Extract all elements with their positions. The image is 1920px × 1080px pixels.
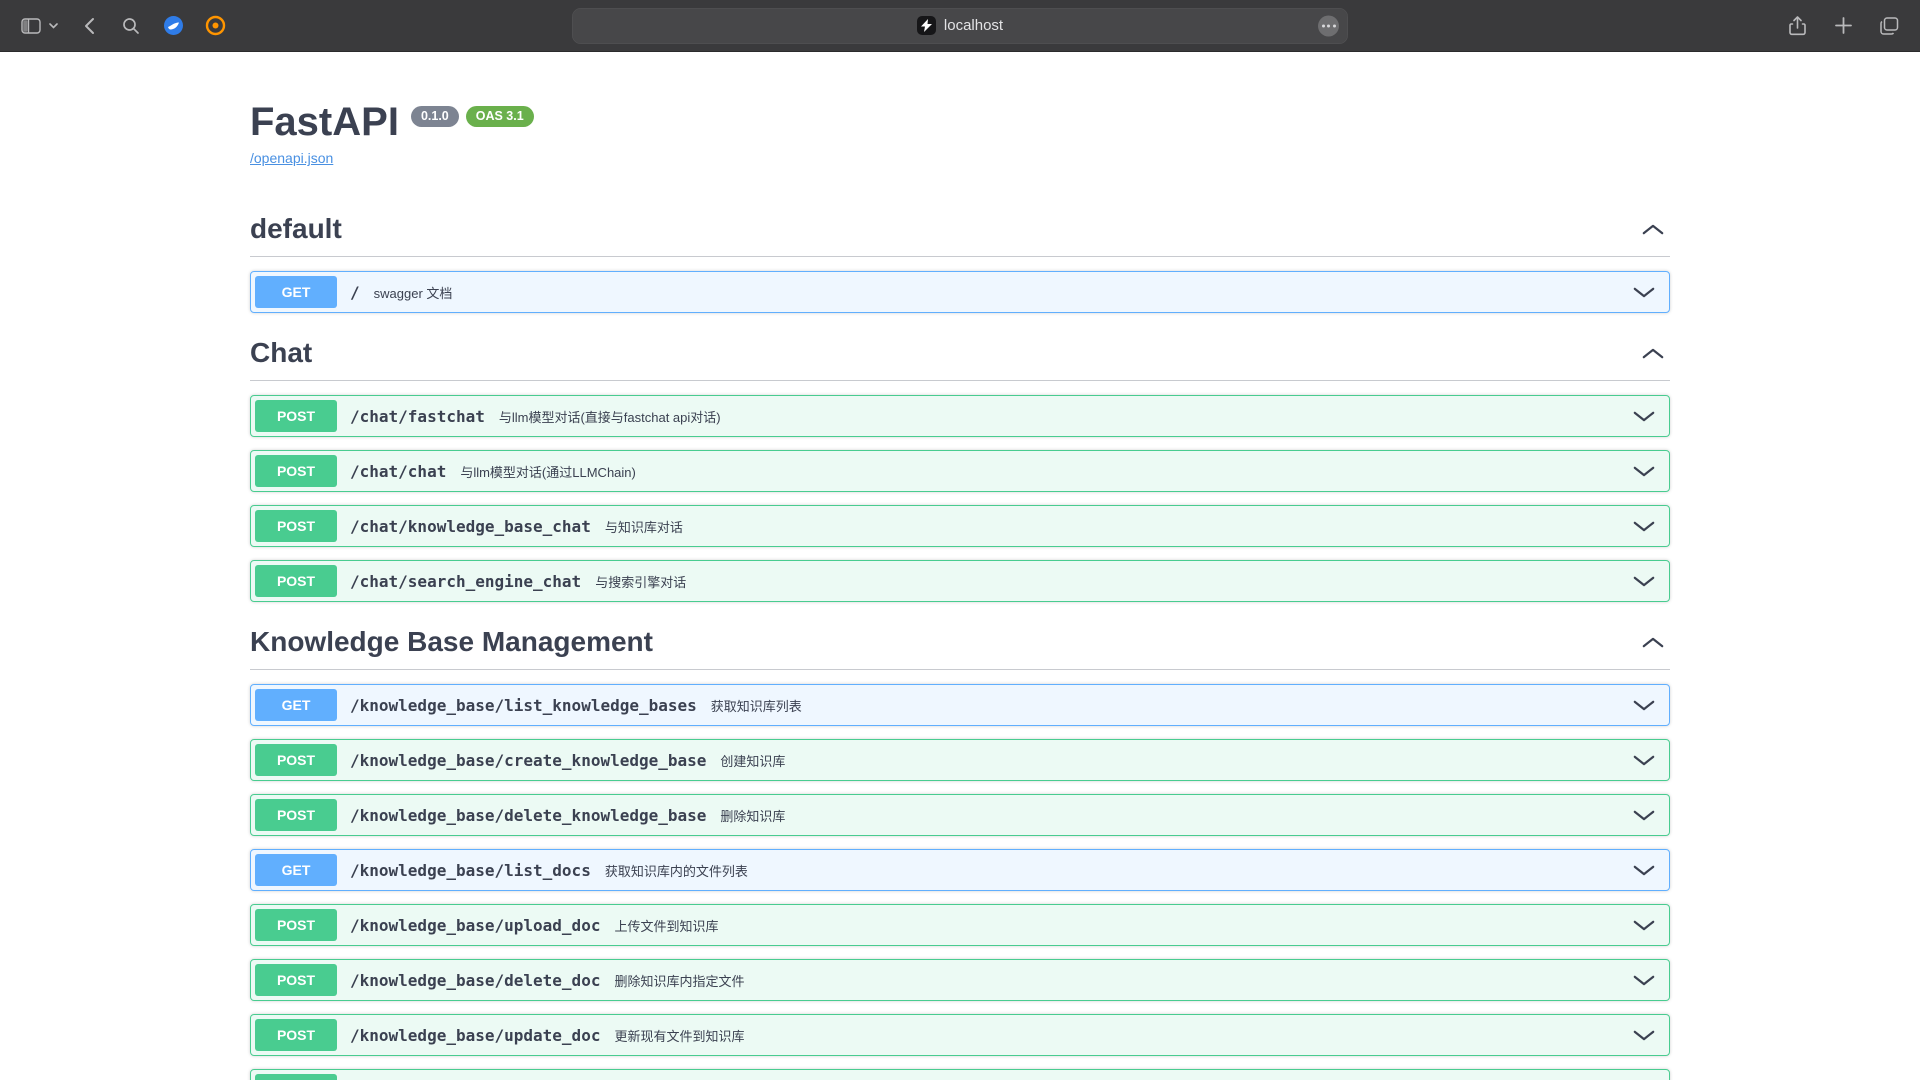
endpoint-row[interactable]: POST /knowledge_base/update_doc 更新现有文件到知… bbox=[250, 1014, 1670, 1056]
endpoint-path: /knowledge_base/create_knowledge_base bbox=[350, 751, 706, 770]
http-method-badge: GET bbox=[255, 854, 337, 886]
expand-endpoint-button[interactable] bbox=[1629, 407, 1659, 426]
tag-section: Chat POST /chat/fastchat 与llm模型对话(直接与fas… bbox=[250, 326, 1670, 602]
tag-section: default GET / swagger 文档 bbox=[250, 202, 1670, 313]
endpoint-path: /knowledge_base/list_docs bbox=[350, 861, 591, 880]
search-icon[interactable] bbox=[118, 13, 144, 39]
http-method-badge: POST bbox=[255, 1019, 337, 1051]
endpoint-row[interactable]: POST /knowledge_base/create_knowledge_ba… bbox=[250, 739, 1670, 781]
sidebar-toggle-button[interactable] bbox=[18, 13, 44, 39]
tab-groups-chevron-icon[interactable] bbox=[46, 13, 60, 39]
endpoint-path: /chat/search_engine_chat bbox=[350, 572, 581, 591]
endpoint-summary: 与llm模型对话(直接与fastchat api对话) bbox=[499, 407, 721, 426]
endpoint-path: /knowledge_base/upload_doc bbox=[350, 916, 600, 935]
share-icon[interactable] bbox=[1784, 13, 1810, 39]
expand-endpoint-button[interactable] bbox=[1629, 462, 1659, 481]
expand-endpoint-button[interactable] bbox=[1629, 751, 1659, 770]
endpoint-summary: 与搜索引擎对话 bbox=[595, 572, 686, 591]
endpoint-row[interactable]: GET /knowledge_base/list_knowledge_bases… bbox=[250, 684, 1670, 726]
collapse-section-button[interactable] bbox=[1636, 344, 1670, 363]
expand-endpoint-button[interactable] bbox=[1629, 283, 1659, 302]
endpoint-summary: 与知识库对话 bbox=[605, 517, 683, 536]
http-method-badge: GET bbox=[255, 689, 337, 721]
endpoint-path: /chat/knowledge_base_chat bbox=[350, 517, 591, 536]
http-method-badge: POST bbox=[255, 400, 337, 432]
browser-toolbar: localhost bbox=[0, 0, 1920, 52]
section-header[interactable]: Chat bbox=[250, 326, 1670, 381]
collapse-section-button[interactable] bbox=[1636, 633, 1670, 652]
expand-endpoint-button[interactable] bbox=[1629, 572, 1659, 591]
endpoint-row[interactable]: POST /knowledge_base/recreate_vector_sto… bbox=[250, 1069, 1670, 1080]
http-method-badge: POST bbox=[255, 799, 337, 831]
expand-endpoint-button[interactable] bbox=[1629, 517, 1659, 536]
tab-overview-icon[interactable] bbox=[1876, 13, 1902, 39]
http-method-badge: POST bbox=[255, 909, 337, 941]
endpoint-summary: swagger 文档 bbox=[374, 283, 453, 302]
new-tab-button[interactable] bbox=[1830, 13, 1856, 39]
page-title: FastAPI bbox=[250, 98, 399, 146]
endpoint-summary: 删除知识库 bbox=[720, 806, 785, 825]
endpoint-path: /chat/chat bbox=[350, 462, 446, 481]
expand-endpoint-button[interactable] bbox=[1629, 696, 1659, 715]
endpoint-summary: 上传文件到知识库 bbox=[614, 916, 718, 935]
endpoint-row[interactable]: POST /knowledge_base/upload_doc 上传文件到知识库 bbox=[250, 904, 1670, 946]
page-menu-icon[interactable] bbox=[1318, 15, 1339, 36]
endpoint-row[interactable]: POST /knowledge_base/delete_knowledge_ba… bbox=[250, 794, 1670, 836]
app-icon-blue[interactable] bbox=[160, 13, 186, 39]
http-method-badge: POST bbox=[255, 744, 337, 776]
endpoint-path: /knowledge_base/update_doc bbox=[350, 1026, 600, 1045]
endpoint-summary: 创建知识库 bbox=[720, 751, 785, 770]
url-bar[interactable]: localhost bbox=[572, 8, 1348, 44]
endpoint-path: /knowledge_base/list_knowledge_bases bbox=[350, 696, 697, 715]
expand-endpoint-button[interactable] bbox=[1629, 916, 1659, 935]
http-method-badge: POST bbox=[255, 455, 337, 487]
endpoint-row[interactable]: POST /chat/fastchat 与llm模型对话(直接与fastchat… bbox=[250, 395, 1670, 437]
section-header[interactable]: default bbox=[250, 202, 1670, 257]
http-method-badge: POST bbox=[255, 565, 337, 597]
version-badge: 0.1.0 bbox=[411, 106, 459, 127]
section-title: Chat bbox=[250, 336, 312, 370]
back-button[interactable] bbox=[76, 13, 102, 39]
endpoint-summary: 更新现有文件到知识库 bbox=[614, 1026, 744, 1045]
endpoint-summary: 与llm模型对话(通过LLMChain) bbox=[460, 462, 636, 481]
api-sections: default GET / swagger 文档 Chat bbox=[250, 202, 1670, 1080]
expand-endpoint-button[interactable] bbox=[1629, 806, 1659, 825]
endpoint-path: /knowledge_base/delete_knowledge_base bbox=[350, 806, 706, 825]
endpoint-row[interactable]: POST /chat/chat 与llm模型对话(通过LLMChain) bbox=[250, 450, 1670, 492]
endpoint-summary: 获取知识库列表 bbox=[711, 696, 802, 715]
url-text: localhost bbox=[944, 17, 1003, 34]
endpoint-path: / bbox=[350, 283, 360, 302]
openapi-spec-link[interactable]: /openapi.json bbox=[250, 150, 333, 166]
endpoint-row[interactable]: GET / swagger 文档 bbox=[250, 271, 1670, 313]
collapse-section-button[interactable] bbox=[1636, 220, 1670, 239]
site-favicon-icon bbox=[917, 16, 936, 35]
http-method-badge: POST bbox=[255, 964, 337, 996]
http-method-badge: GET bbox=[255, 276, 337, 308]
endpoint-row[interactable]: POST /chat/knowledge_base_chat 与知识库对话 bbox=[250, 505, 1670, 547]
endpoint-row[interactable]: POST /knowledge_base/delete_doc 删除知识库内指定… bbox=[250, 959, 1670, 1001]
expand-endpoint-button[interactable] bbox=[1629, 861, 1659, 880]
http-method-badge: POST bbox=[255, 510, 337, 542]
oas-badge: OAS 3.1 bbox=[466, 106, 534, 127]
tag-section: Knowledge Base Management GET /knowledge… bbox=[250, 615, 1670, 1080]
api-info: FastAPI 0.1.0 OAS 3.1 /openapi.json bbox=[250, 52, 1670, 202]
endpoint-path: /chat/fastchat bbox=[350, 407, 485, 426]
http-method-badge: POST bbox=[255, 1074, 337, 1080]
section-title: Knowledge Base Management bbox=[250, 625, 653, 659]
endpoint-row[interactable]: GET /knowledge_base/list_docs 获取知识库内的文件列… bbox=[250, 849, 1670, 891]
endpoint-path: /knowledge_base/delete_doc bbox=[350, 971, 600, 990]
endpoint-summary: 获取知识库内的文件列表 bbox=[605, 861, 748, 880]
endpoint-summary: 删除知识库内指定文件 bbox=[614, 971, 744, 990]
section-header[interactable]: Knowledge Base Management bbox=[250, 615, 1670, 670]
swagger-page: FastAPI 0.1.0 OAS 3.1 /openapi.json defa… bbox=[0, 52, 1920, 1080]
expand-endpoint-button[interactable] bbox=[1629, 1026, 1659, 1045]
app-icon-orange[interactable] bbox=[202, 13, 228, 39]
section-title: default bbox=[250, 212, 342, 246]
endpoint-row[interactable]: POST /chat/search_engine_chat 与搜索引擎对话 bbox=[250, 560, 1670, 602]
expand-endpoint-button[interactable] bbox=[1629, 971, 1659, 990]
